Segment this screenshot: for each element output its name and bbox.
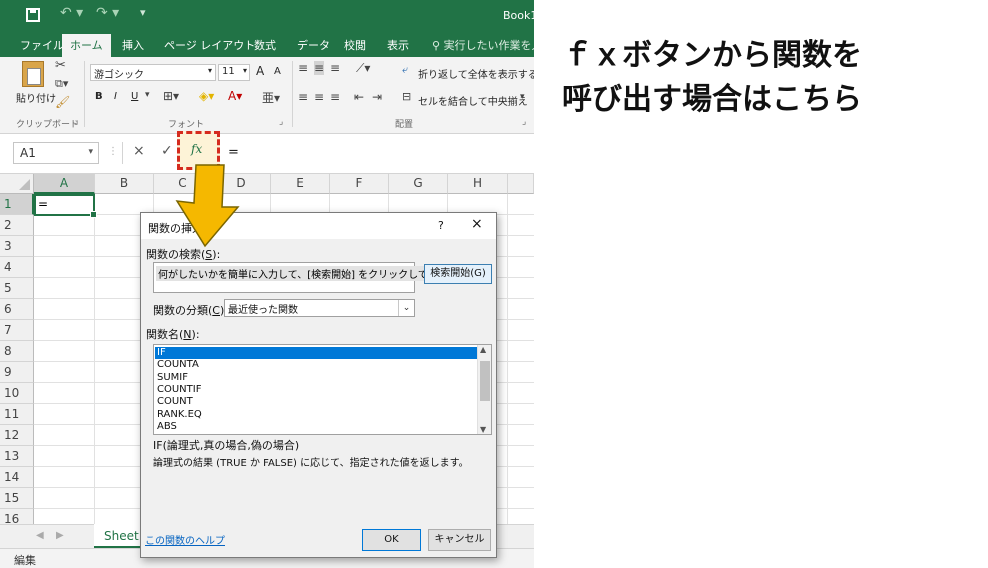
function-help-link[interactable]: この関数のヘルプ (145, 532, 225, 547)
row-header-10[interactable]: 10 (0, 383, 34, 404)
excel-window: ↶ ▾ ↷ ▾ ▾ Book1 ファイル ホーム 挿入 ページ レイアウト 数式… (0, 0, 534, 568)
status-mode: 編集 (14, 554, 36, 567)
scroll-thumb[interactable] (480, 361, 490, 401)
function-list-item[interactable]: COUNT (155, 396, 478, 408)
category-label: 関数の分類(C): (153, 304, 228, 317)
row-header-4[interactable]: 4 (0, 257, 34, 278)
prev-sheet-icon[interactable]: ◀ (36, 530, 44, 541)
scrollbar[interactable]: ▲ ▼ (477, 345, 491, 434)
arrow-shape (175, 164, 240, 248)
row-header-12[interactable]: 12 (0, 425, 34, 446)
row-header-11[interactable]: 11 (0, 404, 34, 425)
function-description: 論理式の結果 (TRUE か FALSE) に応じて、指定された値を返します。 (153, 458, 469, 469)
row-header-9[interactable]: 9 (0, 362, 34, 383)
row-header-14[interactable]: 14 (0, 467, 34, 488)
ok-button[interactable]: OK (362, 529, 421, 551)
row-header-13[interactable]: 13 (0, 446, 34, 467)
search-input[interactable]: 何がしたいかを簡単に入力して、[検索開始] をクリックしてください。 (153, 262, 480, 293)
pointer-arrow-icon (175, 164, 240, 248)
insert-function-dialog: 関数の挿入 ? × 関数の検索(S): 何がしたいかを簡単に入力して、[検索開始… (140, 212, 497, 558)
sheet-tab-sheet1[interactable]: Sheet1 (94, 524, 146, 548)
scroll-down-icon[interactable]: ▼ (480, 425, 486, 434)
row-header-15[interactable]: 15 (0, 488, 34, 509)
function-list-item[interactable]: SUMIF (155, 372, 478, 384)
search-button[interactable]: 検索開始(G) (424, 264, 492, 284)
function-name-label: 関数名(N): (146, 328, 200, 341)
instruction-callout: ｆｘボタンから関数を 呼び出す場合はこちら (562, 34, 982, 122)
row-header-8[interactable]: 8 (0, 341, 34, 362)
function-signature: IF(論理式,真の場合,偽の場合) (153, 439, 300, 452)
function-list[interactable]: IF COUNTA SUMIF COUNTIF COUNT RANK.EQ ABS ▲ ▼ (153, 344, 492, 435)
scroll-up-icon[interactable]: ▲ (480, 345, 486, 354)
function-list-item[interactable]: RANK.EQ (155, 409, 478, 421)
function-list-item[interactable]: COUNTIF (155, 384, 478, 396)
cancel-button[interactable]: キャンセル (428, 529, 491, 551)
function-list-item[interactable]: COUNTA (155, 359, 478, 371)
callout-line-2: 呼び出す場合はこちら (562, 82, 862, 117)
callout-line-1: ｆｘボタンから関数を (562, 38, 862, 73)
row-header-6[interactable]: 6 (0, 299, 34, 320)
function-list-item[interactable]: ABS (155, 421, 478, 433)
row-header-5[interactable]: 5 (0, 278, 34, 299)
category-select[interactable]: 最近使った関数 ⌄ (224, 299, 415, 317)
chevron-down-icon: ⌄ (398, 300, 414, 316)
row-header-7[interactable]: 7 (0, 320, 34, 341)
function-list-item[interactable]: IF (155, 347, 478, 359)
next-sheet-icon[interactable]: ▶ (56, 530, 64, 541)
